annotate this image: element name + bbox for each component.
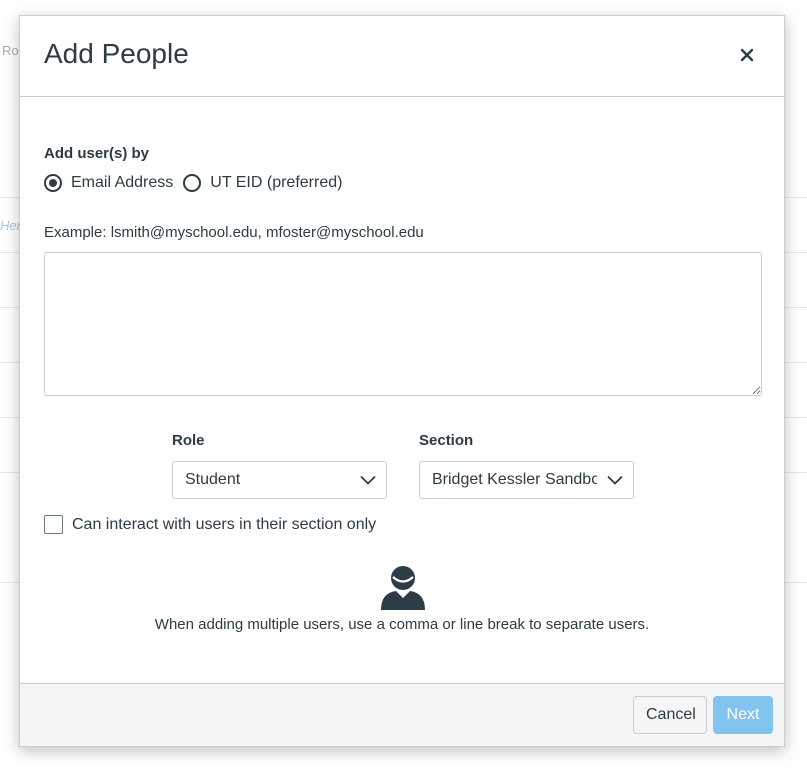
role-select-value: Student xyxy=(185,471,241,488)
section-limit-checkbox[interactable] xyxy=(44,515,63,534)
role-select[interactable]: Student xyxy=(172,461,387,499)
background-link-fragment: Her xyxy=(0,218,21,233)
add-by-label: Add user(s) by xyxy=(44,145,150,162)
cancel-button[interactable]: Cancel xyxy=(633,696,707,734)
dialog-title: Add People xyxy=(44,38,189,69)
close-icon xyxy=(740,48,754,62)
dialog-header: Add People xyxy=(20,16,784,97)
chevron-down-icon xyxy=(350,462,386,498)
dialog-footer: Cancel Next xyxy=(20,683,784,746)
dialog-body: Add user(s) by Email Address UT EID (pre… xyxy=(20,96,784,684)
multiple-users-hint: When adding multiple users, use a comma … xyxy=(154,616,650,633)
chevron-down-icon xyxy=(597,462,633,498)
radio-button-checked[interactable] xyxy=(44,174,62,192)
section-label: Section xyxy=(419,432,474,449)
users-input[interactable] xyxy=(44,252,762,396)
section-limit-checkbox-row[interactable]: Can interact with users in their section… xyxy=(44,515,376,534)
radio-ut-eid[interactable]: UT EID (preferred) xyxy=(183,174,342,192)
add-by-radio-group: Email Address UT EID (preferred) xyxy=(44,174,352,192)
radio-label: UT EID (preferred) xyxy=(210,174,343,191)
radio-button-unchecked[interactable] xyxy=(183,174,202,192)
example-label: Example: lsmith@myschool.edu, mfoster@my… xyxy=(44,224,424,241)
role-label: Role xyxy=(172,432,205,449)
radio-email-address[interactable]: Email Address xyxy=(44,174,173,192)
section-select-value: Bridget Kessler Sandbo xyxy=(432,471,597,488)
next-button[interactable]: Next xyxy=(713,696,773,734)
person-icon xyxy=(381,566,425,610)
radio-label: Email Address xyxy=(71,174,174,191)
background-text-fragment: Ro xyxy=(2,43,19,58)
section-select[interactable]: Bridget Kessler Sandbo xyxy=(419,461,634,499)
add-people-dialog: Add People Add user(s) by Email Address … xyxy=(19,15,785,747)
close-button[interactable] xyxy=(732,40,762,70)
checkbox-label: Can interact with users in their section… xyxy=(72,515,377,533)
